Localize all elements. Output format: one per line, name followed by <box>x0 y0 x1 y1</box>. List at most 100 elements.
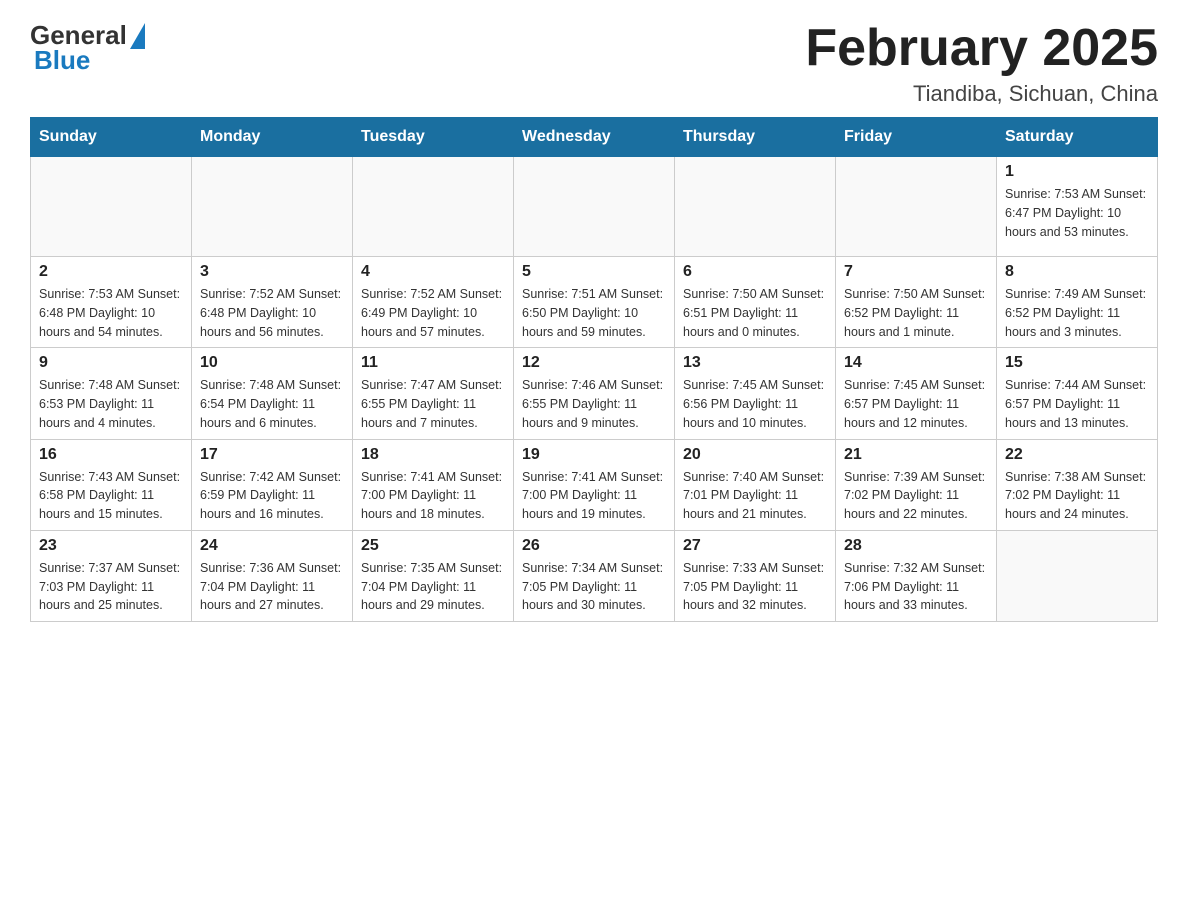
calendar-day-cell: 8 Sunrise: 7:49 AM Sunset: 6:52 PM Daylig… <box>997 257 1158 348</box>
day-number: 21 <box>844 446 988 464</box>
day-number: 3 <box>200 263 344 281</box>
day-info: Sunrise: 7:48 AM Sunset: 6:53 PM Dayligh… <box>39 376 183 432</box>
day-number: 27 <box>683 537 827 555</box>
day-info: Sunrise: 7:45 AM Sunset: 6:56 PM Dayligh… <box>683 376 827 432</box>
calendar-week-row: 9 Sunrise: 7:48 AM Sunset: 6:53 PM Daylig… <box>31 348 1158 439</box>
calendar-day-cell: 22 Sunrise: 7:38 AM Sunset: 7:02 PM Dayli… <box>997 439 1158 530</box>
calendar-day-cell: 5 Sunrise: 7:51 AM Sunset: 6:50 PM Daylig… <box>514 257 675 348</box>
day-number: 15 <box>1005 354 1149 372</box>
day-info: Sunrise: 7:42 AM Sunset: 6:59 PM Dayligh… <box>200 468 344 524</box>
day-info: Sunrise: 7:35 AM Sunset: 7:04 PM Dayligh… <box>361 559 505 615</box>
day-info: Sunrise: 7:36 AM Sunset: 7:04 PM Dayligh… <box>200 559 344 615</box>
day-info: Sunrise: 7:50 AM Sunset: 6:51 PM Dayligh… <box>683 285 827 341</box>
day-number: 14 <box>844 354 988 372</box>
day-number: 17 <box>200 446 344 464</box>
calendar-title: February 2025 <box>805 20 1158 77</box>
day-of-week-header: Saturday <box>997 118 1158 157</box>
calendar-day-cell: 10Sunrise: 7:48 AM Sunset: 6:54 PM Dayli… <box>192 348 353 439</box>
calendar-day-cell: 4 Sunrise: 7:52 AM Sunset: 6:49 PM Daylig… <box>353 257 514 348</box>
calendar-day-cell <box>836 157 997 257</box>
day-info: Sunrise: 7:48 AM Sunset: 6:54 PM Dayligh… <box>200 376 344 432</box>
day-number: 23 <box>39 537 183 555</box>
calendar-day-cell: 6 Sunrise: 7:50 AM Sunset: 6:51 PM Daylig… <box>675 257 836 348</box>
day-info: Sunrise: 7:38 AM Sunset: 7:02 PM Dayligh… <box>1005 468 1149 524</box>
day-info: Sunrise: 7:39 AM Sunset: 7:02 PM Dayligh… <box>844 468 988 524</box>
title-block: February 2025 Tiandiba, Sichuan, China <box>805 20 1158 107</box>
calendar-day-cell: 13 Sunrise: 7:45 AM Sunset: 6:56 PM Dayli… <box>675 348 836 439</box>
calendar-day-cell: 25 Sunrise: 7:35 AM Sunset: 7:04 PM Dayli… <box>353 530 514 621</box>
day-number: 1 <box>1005 163 1149 181</box>
logo-blue-text: Blue <box>34 45 145 76</box>
day-info: Sunrise: 7:32 AM Sunset: 7:06 PM Dayligh… <box>844 559 988 615</box>
day-info: Sunrise: 7:37 AM Sunset: 7:03 PM Dayligh… <box>39 559 183 615</box>
calendar-day-cell: 21 Sunrise: 7:39 AM Sunset: 7:02 PM Dayli… <box>836 439 997 530</box>
calendar-day-cell: 28 Sunrise: 7:32 AM Sunset: 7:06 PM Dayli… <box>836 530 997 621</box>
day-of-week-header: Sunday <box>31 118 192 157</box>
day-of-week-header: Tuesday <box>353 118 514 157</box>
calendar-day-cell: 3 Sunrise: 7:52 AM Sunset: 6:48 PM Daylig… <box>192 257 353 348</box>
calendar-day-cell <box>997 530 1158 621</box>
page-header: General Blue February 2025 Tiandiba, Sic… <box>30 20 1158 107</box>
day-number: 9 <box>39 354 183 372</box>
logo: General Blue <box>30 20 145 76</box>
day-info: Sunrise: 7:47 AM Sunset: 6:55 PM Dayligh… <box>361 376 505 432</box>
calendar-day-cell: 7 Sunrise: 7:50 AM Sunset: 6:52 PM Daylig… <box>836 257 997 348</box>
day-info: Sunrise: 7:43 AM Sunset: 6:58 PM Dayligh… <box>39 468 183 524</box>
day-number: 22 <box>1005 446 1149 464</box>
calendar-week-row: 16 Sunrise: 7:43 AM Sunset: 6:58 PM Dayli… <box>31 439 1158 530</box>
day-number: 4 <box>361 263 505 281</box>
day-info: Sunrise: 7:53 AM Sunset: 6:47 PM Dayligh… <box>1005 185 1149 241</box>
day-info: Sunrise: 7:33 AM Sunset: 7:05 PM Dayligh… <box>683 559 827 615</box>
calendar-day-cell <box>514 157 675 257</box>
calendar-table: SundayMondayTuesdayWednesdayThursdayFrid… <box>30 117 1158 622</box>
day-info: Sunrise: 7:51 AM Sunset: 6:50 PM Dayligh… <box>522 285 666 341</box>
day-number: 11 <box>361 354 505 372</box>
day-number: 8 <box>1005 263 1149 281</box>
day-number: 5 <box>522 263 666 281</box>
day-info: Sunrise: 7:45 AM Sunset: 6:57 PM Dayligh… <box>844 376 988 432</box>
day-info: Sunrise: 7:49 AM Sunset: 6:52 PM Dayligh… <box>1005 285 1149 341</box>
calendar-week-row: 23 Sunrise: 7:37 AM Sunset: 7:03 PM Dayli… <box>31 530 1158 621</box>
calendar-day-cell: 11 Sunrise: 7:47 AM Sunset: 6:55 PM Dayli… <box>353 348 514 439</box>
calendar-day-cell: 26 Sunrise: 7:34 AM Sunset: 7:05 PM Dayli… <box>514 530 675 621</box>
day-info: Sunrise: 7:52 AM Sunset: 6:49 PM Dayligh… <box>361 285 505 341</box>
day-of-week-header: Friday <box>836 118 997 157</box>
day-number: 28 <box>844 537 988 555</box>
day-info: Sunrise: 7:41 AM Sunset: 7:00 PM Dayligh… <box>361 468 505 524</box>
day-number: 16 <box>39 446 183 464</box>
calendar-day-cell: 15Sunrise: 7:44 AM Sunset: 6:57 PM Dayli… <box>997 348 1158 439</box>
calendar-day-cell: 20 Sunrise: 7:40 AM Sunset: 7:01 PM Dayli… <box>675 439 836 530</box>
calendar-day-cell: 27 Sunrise: 7:33 AM Sunset: 7:05 PM Dayli… <box>675 530 836 621</box>
day-info: Sunrise: 7:52 AM Sunset: 6:48 PM Dayligh… <box>200 285 344 341</box>
calendar-day-cell <box>675 157 836 257</box>
calendar-day-cell <box>192 157 353 257</box>
day-number: 13 <box>683 354 827 372</box>
day-number: 25 <box>361 537 505 555</box>
calendar-day-cell: 17 Sunrise: 7:42 AM Sunset: 6:59 PM Dayli… <box>192 439 353 530</box>
day-info: Sunrise: 7:46 AM Sunset: 6:55 PM Dayligh… <box>522 376 666 432</box>
calendar-day-cell: 1 Sunrise: 7:53 AM Sunset: 6:47 PM Daylig… <box>997 157 1158 257</box>
day-number: 20 <box>683 446 827 464</box>
day-info: Sunrise: 7:53 AM Sunset: 6:48 PM Dayligh… <box>39 285 183 341</box>
day-info: Sunrise: 7:50 AM Sunset: 6:52 PM Dayligh… <box>844 285 988 341</box>
day-number: 7 <box>844 263 988 281</box>
day-number: 26 <box>522 537 666 555</box>
calendar-day-cell: 23 Sunrise: 7:37 AM Sunset: 7:03 PM Dayli… <box>31 530 192 621</box>
calendar-day-cell: 14 Sunrise: 7:45 AM Sunset: 6:57 PM Dayli… <box>836 348 997 439</box>
day-number: 6 <box>683 263 827 281</box>
calendar-day-cell: 19Sunrise: 7:41 AM Sunset: 7:00 PM Dayli… <box>514 439 675 530</box>
calendar-day-cell: 16 Sunrise: 7:43 AM Sunset: 6:58 PM Dayli… <box>31 439 192 530</box>
calendar-subtitle: Tiandiba, Sichuan, China <box>805 81 1158 107</box>
calendar-week-row: 1 Sunrise: 7:53 AM Sunset: 6:47 PM Daylig… <box>31 157 1158 257</box>
calendar-day-cell: 18 Sunrise: 7:41 AM Sunset: 7:00 PM Dayli… <box>353 439 514 530</box>
calendar-header-row: SundayMondayTuesdayWednesdayThursdayFrid… <box>31 118 1158 157</box>
day-number: 18 <box>361 446 505 464</box>
day-info: Sunrise: 7:34 AM Sunset: 7:05 PM Dayligh… <box>522 559 666 615</box>
day-info: Sunrise: 7:40 AM Sunset: 7:01 PM Dayligh… <box>683 468 827 524</box>
calendar-day-cell: 12Sunrise: 7:46 AM Sunset: 6:55 PM Dayli… <box>514 348 675 439</box>
day-of-week-header: Thursday <box>675 118 836 157</box>
day-of-week-header: Monday <box>192 118 353 157</box>
calendar-week-row: 2Sunrise: 7:53 AM Sunset: 6:48 PM Daylig… <box>31 257 1158 348</box>
day-of-week-header: Wednesday <box>514 118 675 157</box>
day-number: 24 <box>200 537 344 555</box>
